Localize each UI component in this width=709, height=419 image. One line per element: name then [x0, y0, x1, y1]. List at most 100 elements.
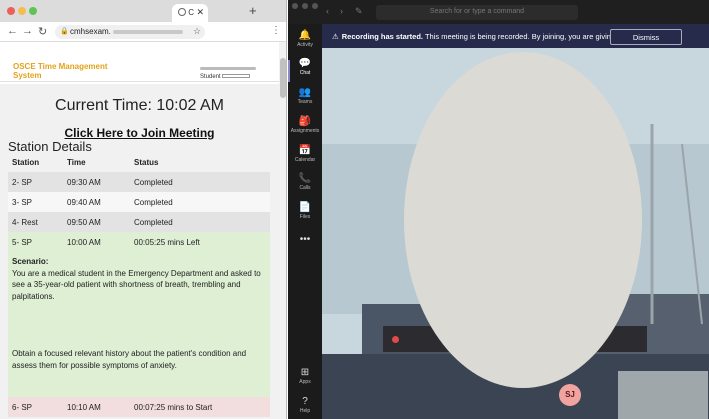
teams-title-bar: ‹ › ✎ Search for or type a command — [288, 0, 709, 24]
recording-indicator-icon — [392, 336, 399, 343]
station-cell: 3- SP — [8, 192, 63, 212]
current-time: Current Time: 10:02 AM — [55, 97, 224, 114]
rail-label: Chat — [299, 70, 311, 76]
bell-icon: 🔔 — [298, 30, 312, 41]
rail-label: Activity — [297, 42, 313, 48]
meeting-stage: ⚠ Recording has started. This meeting is … — [322, 24, 709, 419]
rail-item-apps[interactable]: ⊞ Apps — [288, 367, 322, 385]
rail-item-assignments[interactable]: 🎒 Assignments — [288, 116, 322, 134]
app-rail: 🔔 Activity 💬 Chat 👥 Teams 🎒 Assignments … — [288, 24, 322, 419]
rail-label: Teams — [297, 99, 313, 105]
scenario-row: Scenario: You are a medical student in t… — [8, 252, 270, 397]
file-icon: 📄 — [298, 202, 312, 213]
rail-item-calls[interactable]: 📞 Calls — [288, 173, 322, 191]
forward-icon[interactable]: › — [340, 6, 343, 16]
table-row: 3- SP 09:40 AM Completed — [8, 192, 270, 212]
rail-item-help[interactable]: ? Help — [288, 396, 322, 414]
address-bar: ← → ↻ 🔒 cmhsexam. ☆ ⋮ — [0, 22, 286, 42]
scenario-text: You are a medical student in the Emergen… — [12, 268, 261, 301]
scenario-label: Scenario: — [12, 257, 49, 266]
screen: C ✕ + ← → ↻ 🔒 cmhsexam. ☆ ⋮ OSCE Time Ma… — [0, 0, 709, 419]
rail-item-chat[interactable]: 💬 Chat — [288, 58, 322, 82]
back-icon[interactable]: ‹ — [326, 6, 329, 16]
time-cell: 10:10 AM — [63, 397, 130, 417]
help-icon: ? — [302, 396, 308, 407]
station-cell: 4- Rest — [8, 212, 63, 232]
forward-button[interactable]: → — [22, 25, 33, 37]
column-header: Time — [63, 152, 130, 172]
scenario-spacer — [12, 302, 266, 348]
status-cell: Completed — [130, 212, 270, 232]
student-info: Student — [200, 74, 251, 80]
banner-text: This meeting is being recorded. By joini… — [424, 32, 632, 41]
status-cell: Completed — [130, 172, 270, 192]
browser-tab[interactable]: C ✕ — [172, 4, 208, 22]
status-cell: 00:07:25 mins to Start — [130, 397, 270, 417]
dismiss-button[interactable]: Dismiss — [610, 29, 682, 45]
scenario-cell: Scenario: You are a medical student in t… — [8, 252, 270, 397]
banner-title: Recording has started. — [341, 32, 424, 41]
rail-label: Help — [299, 408, 311, 414]
phone-icon: 📞 — [298, 173, 312, 184]
station-cell: 6- SP — [8, 397, 63, 417]
chat-icon: 💬 — [298, 58, 312, 69]
new-tab-button[interactable]: + — [249, 3, 257, 18]
rail-item-more[interactable]: ••• — [288, 234, 322, 246]
tab-close-icon[interactable]: ✕ — [196, 7, 204, 18]
site-header: OSCE Time Management System Student — [0, 42, 279, 82]
scenario-task: Obtain a focused relevant history about … — [12, 349, 247, 370]
assignments-icon: 🎒 — [298, 116, 312, 127]
browser-menu-icon[interactable]: ⋮ — [271, 25, 281, 36]
student-name-redaction — [200, 67, 256, 70]
maximize-window-button[interactable] — [29, 7, 37, 15]
close-window-button[interactable] — [292, 3, 298, 9]
close-window-button[interactable] — [7, 7, 15, 15]
teams-icon: 👥 — [298, 87, 312, 98]
main-content: Current Time: 10:02 AM Click Here to Joi… — [0, 84, 279, 419]
browser-window: C ✕ + ← → ↻ 🔒 cmhsexam. ☆ ⋮ OSCE Time Ma… — [0, 0, 287, 419]
rail-item-teams[interactable]: 👥 Teams — [288, 87, 322, 105]
teams-search-input[interactable]: Search for or type a command — [376, 5, 578, 20]
more-icon: ••• — [299, 234, 311, 245]
time-cell: 10:00 AM — [63, 232, 130, 252]
site-brand: OSCE Time Management System — [13, 62, 108, 80]
back-button[interactable]: ← — [7, 25, 18, 37]
table-header-row: Station Time Status — [8, 152, 270, 172]
bookmark-star-icon[interactable]: ☆ — [193, 26, 201, 37]
page-scrollbar[interactable] — [279, 42, 286, 419]
compose-icon[interactable]: ✎ — [355, 6, 363, 17]
minimize-window-button[interactable] — [302, 3, 308, 9]
table-row: 4- Rest 09:50 AM Completed — [8, 212, 270, 232]
calendar-icon: 📅 — [298, 145, 312, 156]
reload-button[interactable]: ↻ — [38, 25, 47, 38]
student-label: Student — [200, 74, 221, 80]
station-table: Station Time Status 2- SP 09:30 AM Compl… — [8, 152, 270, 417]
minimize-window-button[interactable] — [18, 7, 26, 15]
participant-redaction — [404, 52, 642, 388]
rail-item-files[interactable]: 📄 Files — [288, 202, 322, 220]
time-cell: 09:40 AM — [63, 192, 130, 212]
table-row-current: 5- SP 10:00 AM 00:05:25 mins Left — [8, 232, 270, 252]
rail-label: Apps — [299, 379, 311, 385]
table-row-next: 6- SP 10:10 AM 00:07:25 mins to Start — [8, 397, 270, 417]
join-meeting-link[interactable]: Click Here to Join Meeting — [0, 126, 279, 140]
scrollbar-thumb[interactable] — [280, 58, 286, 98]
time-cell: 09:50 AM — [63, 212, 130, 232]
rail-label: Calendar — [294, 157, 316, 163]
self-view-video — [618, 371, 708, 419]
url-input[interactable]: 🔒 cmhsexam. — [55, 25, 205, 39]
column-header: Station — [8, 152, 63, 172]
maximize-window-button[interactable] — [312, 3, 318, 9]
rail-item-calendar[interactable]: 📅 Calendar — [288, 145, 322, 163]
time-cell: 09:30 AM — [63, 172, 130, 192]
participant-avatar[interactable]: SJ — [559, 384, 581, 406]
student-id-redaction — [222, 74, 251, 79]
rail-label: Assignments — [290, 128, 320, 134]
active-indicator — [288, 60, 290, 82]
osce-site: OSCE Time Management System Student Curr… — [0, 42, 279, 419]
column-header: Status — [130, 152, 270, 172]
rail-item-activity[interactable]: 🔔 Activity — [288, 30, 322, 48]
warning-icon: ⚠ — [332, 32, 339, 41]
tab-title: C — [188, 8, 195, 17]
status-cell: 00:05:25 mins Left — [130, 232, 270, 252]
